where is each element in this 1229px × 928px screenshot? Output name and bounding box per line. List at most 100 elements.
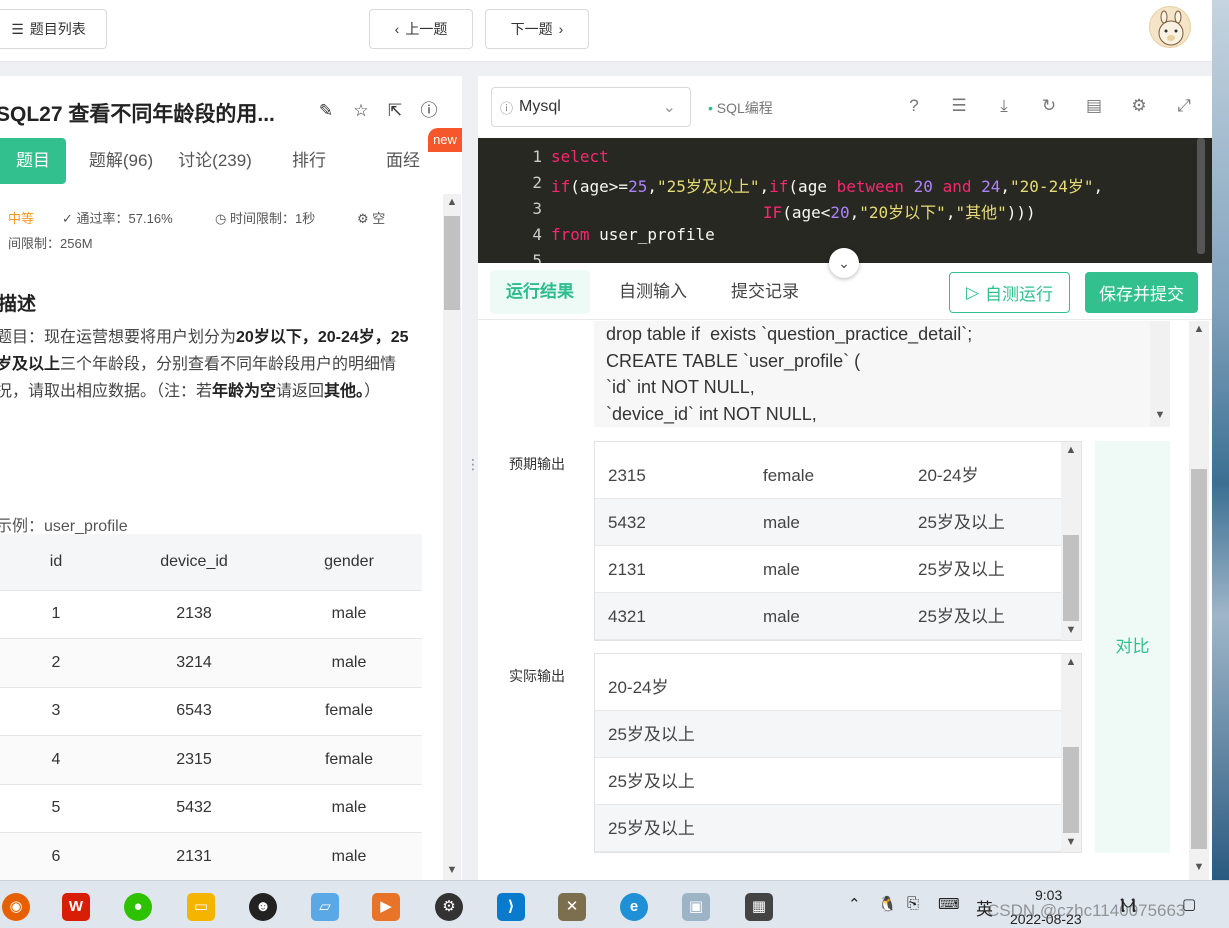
tab-ranking[interactable]: 排行: [284, 138, 334, 184]
star-icon[interactable]: ☆: [350, 100, 372, 122]
cell: 5432: [608, 513, 646, 532]
cell: 20-24岁: [608, 678, 669, 697]
cell: male: [276, 832, 422, 882]
test-input-text[interactable]: drop table if exists `question_practice_…: [594, 321, 1170, 427]
qq-icon[interactable]: 🐧: [878, 895, 897, 913]
file-explorer-icon[interactable]: ▭: [187, 893, 215, 921]
tab-run-result[interactable]: 运行结果: [490, 270, 590, 314]
scroll-down-icon[interactable]: ▼: [1063, 624, 1079, 636]
app-avatar-icon[interactable]: ☻: [249, 893, 277, 921]
problem-list-button[interactable]: ☰ 题目列表: [0, 9, 107, 49]
firefox-icon[interactable]: ◉: [2, 893, 30, 921]
scroll-thumb[interactable]: [1063, 747, 1079, 833]
edit-icon[interactable]: ✎: [315, 100, 337, 122]
settings-icon[interactable]: ⚙: [1128, 95, 1150, 117]
tab-problem[interactable]: 题目: [0, 138, 66, 184]
table-row: 4 2315 female: [0, 735, 422, 785]
problem-list-label: 题目列表: [29, 21, 86, 37]
example-table: id device_id gender 1 2138 male 2 3214 male …: [0, 534, 422, 882]
alpaca-avatar-icon: [1158, 10, 1184, 46]
actual-scrollbar[interactable]: ▲ ▼: [1061, 654, 1081, 852]
network-icon[interactable]: ⎘: [907, 895, 919, 912]
problem-panel: SQL27 查看不同年龄段的用... ✎ ☆ ⇱ ⓘ new 题目 题解(96)…: [0, 76, 462, 882]
help-icon[interactable]: ?: [903, 95, 925, 117]
description-text: 题目：现在运营想要将用户划分为20岁以下，20-24岁，25岁及以上三个年龄段，…: [0, 329, 409, 400]
input-scrollbar[interactable]: ▼: [1150, 321, 1170, 427]
wechat-icon[interactable]: ●: [124, 893, 152, 921]
chevron-left-icon: ‹: [394, 21, 400, 37]
scroll-up-icon[interactable]: ▲: [1063, 656, 1079, 668]
space-limit: 间限制：256M: [8, 236, 93, 251]
tab-submission-history[interactable]: 提交记录: [718, 270, 812, 314]
list-icon[interactable]: ☰: [948, 95, 970, 117]
table-row: 25岁及以上: [595, 711, 1061, 758]
scroll-thumb[interactable]: [1191, 469, 1207, 849]
table-row: 2315 female 20-24岁: [595, 452, 1061, 499]
play-icon: ▷: [965, 282, 980, 302]
chip-icon: ⚙: [357, 211, 369, 226]
code-editor[interactable]: 1 2 3 4 5 select if(age>=25,"25岁及以上",if(…: [478, 138, 1212, 263]
film-app-icon[interactable]: ▦: [745, 893, 773, 921]
scroll-thumb[interactable]: [1063, 535, 1079, 621]
gear-app-icon[interactable]: ⚙: [435, 893, 463, 921]
table-row: 3 6543 female: [0, 687, 422, 736]
code-line-2: if(age>=25,"25岁及以上",if(age between 20 an…: [551, 177, 1104, 196]
problem-tabs: 题目 题解(96) 讨论(239) 排行 面经: [0, 138, 462, 184]
download-icon[interactable]: ⤓: [993, 95, 1015, 117]
avatar[interactable]: [1149, 6, 1191, 48]
cell: 5432: [112, 784, 276, 833]
tab-custom-input[interactable]: 自测输入: [606, 270, 700, 314]
edge-icon[interactable]: e: [620, 893, 648, 921]
expected-scrollbar[interactable]: ▲ ▼: [1061, 442, 1081, 640]
share-icon[interactable]: ⇱: [384, 100, 406, 122]
problem-scrollbar[interactable]: ▲ ▼: [443, 194, 461, 880]
wps-icon[interactable]: W: [62, 893, 90, 921]
notes-icon[interactable]: ▱: [311, 893, 339, 921]
scroll-down-icon[interactable]: ▼: [444, 864, 460, 876]
compare-button[interactable]: 对比: [1095, 441, 1170, 853]
scroll-down-icon[interactable]: ▼: [1152, 409, 1168, 421]
keyboard-icon[interactable]: ⌨: [938, 895, 960, 913]
fullscreen-icon[interactable]: ⤢: [1173, 95, 1195, 117]
result-scrollbar[interactable]: ▲ ▼: [1189, 321, 1209, 880]
tools-icon[interactable]: ✕: [558, 893, 586, 921]
app-logo-icon[interactable]: Ⲙ: [1120, 895, 1136, 918]
refresh-icon[interactable]: ↻: [1038, 95, 1060, 117]
notification-icon[interactable]: ▢: [1182, 895, 1196, 913]
calendar-icon[interactable]: ▤: [1083, 95, 1105, 117]
next-problem-button[interactable]: 下一题 ›: [485, 9, 589, 49]
scroll-up-icon[interactable]: ▲: [1063, 444, 1079, 456]
tab-discussion[interactable]: 讨论(239): [174, 138, 256, 184]
chevron-up-icon[interactable]: ⌃: [848, 895, 861, 913]
expected-output-table: 2315 female 20-24岁 5432 male 25岁及以上 2131…: [594, 441, 1082, 641]
cell: 2315: [112, 735, 276, 785]
tab-solutions[interactable]: 题解(96): [84, 138, 158, 184]
time-limit: ◷ 时间限制：1秒: [215, 211, 316, 226]
table-row: 20-24岁: [595, 664, 1061, 711]
table-row: 2131 male 25岁及以上: [595, 546, 1061, 593]
prev-label: 上一题: [405, 21, 448, 37]
save-submit-button[interactable]: 保存并提交: [1085, 272, 1198, 313]
info-icon[interactable]: ⓘ: [418, 100, 440, 122]
cell: 4: [0, 735, 112, 785]
windows-taskbar: ◉ W ● ▭ ☻ ▱ ▶ ⚙ ⟩ ✕ e ▣ ▦ ⌃ 🐧 ⎘ ⌨ 英 9:03…: [0, 880, 1229, 928]
scroll-up-icon[interactable]: ▲: [1191, 323, 1207, 335]
scroll-thumb[interactable]: [444, 216, 460, 310]
scroll-up-icon[interactable]: ▲: [444, 196, 460, 208]
language-select[interactable]: ⓘ Mysql ⌄: [491, 87, 691, 127]
cell: male: [763, 513, 800, 532]
editor-scroll-thumb[interactable]: [1197, 138, 1205, 254]
desktop-wallpaper-strip: [1212, 0, 1229, 880]
remote-desktop-icon[interactable]: ▣: [682, 893, 710, 921]
cell: 5: [0, 784, 112, 833]
scroll-down-icon[interactable]: ▼: [1063, 836, 1079, 848]
tab-interviews[interactable]: 面经: [378, 138, 428, 184]
prev-problem-button[interactable]: ‹ 上一题: [369, 9, 473, 49]
column-header: id: [0, 534, 112, 591]
chevron-right-icon: ›: [558, 21, 564, 37]
vscode-icon[interactable]: ⟩: [497, 893, 525, 921]
media-player-icon[interactable]: ▶: [372, 893, 400, 921]
self-test-run-button[interactable]: ▷ 自测运行: [949, 272, 1070, 313]
scroll-down-icon[interactable]: ▼: [1191, 861, 1207, 873]
table-row: 5432 male 25岁及以上: [595, 499, 1061, 546]
